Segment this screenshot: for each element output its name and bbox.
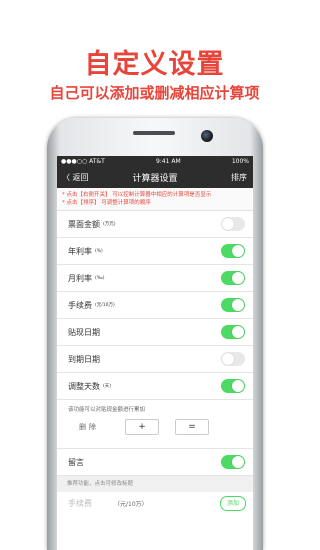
notice-panel: * 点击【右侧开关】 可以控制计算器中相应的计算项是否显示 * 点击【排序】 可… — [57, 188, 253, 211]
setting-row-due-date: 到期日期 — [57, 346, 253, 373]
setting-row-monthly-rate: 月利率 (‰) — [57, 265, 253, 292]
due-date-toggle[interactable] — [221, 352, 245, 366]
delete-button[interactable]: 删除 — [79, 422, 99, 432]
front-camera-icon — [201, 130, 213, 142]
setting-row-adjust-days: 调整天数 (天) — [57, 373, 253, 400]
battery-label: 100% — [231, 158, 249, 165]
setting-row-annual-rate: 年利率 (%) — [57, 238, 253, 265]
setting-label: 留言 — [68, 457, 84, 467]
accumulate-note: 该功能可以对贴现金额进行累加 — [68, 407, 146, 413]
setting-unit: (%) — [95, 248, 103, 254]
plus-button[interactable]: + — [125, 419, 159, 435]
setting-unit: (万元) — [103, 222, 116, 227]
monthly-rate-toggle[interactable] — [221, 271, 245, 285]
speaker-grille — [133, 131, 175, 135]
phone-screen: ●●●○○ AT&T 9:41 AM 100% 〈 返回 计算器设置 排序 * … — [57, 156, 253, 550]
fee-toggle[interactable] — [221, 298, 245, 312]
carrier-label: ●●●○○ AT&T — [61, 158, 105, 165]
notice-line-1: * 点击【右侧开关】 可以控制计算器中相应的计算项是否显示 — [62, 192, 212, 198]
adjust-days-toggle[interactable] — [221, 379, 245, 393]
nav-bar: 〈 返回 计算器设置 排序 — [57, 167, 253, 188]
setting-label: 调整天数 — [68, 381, 100, 391]
setting-label: 贴现日期 — [68, 327, 100, 337]
sort-button[interactable]: 排序 — [231, 172, 247, 183]
setting-row-face-amount: 票面金额 (万元) — [57, 211, 253, 238]
add-button[interactable]: 添加 — [220, 496, 246, 511]
notice-line-2: * 点击【排序】 可调整计算项的顺序 — [62, 200, 151, 206]
promo-subtitle: 自己可以添加或删减相应计算项 — [49, 84, 260, 102]
recommended-item-label[interactable]: 手续费 — [68, 498, 92, 509]
setting-label: 票面金额 — [68, 219, 100, 229]
status-time: 9:41 AM — [155, 158, 181, 165]
setting-label: 月利率 — [68, 273, 92, 283]
setting-row-fee: 手续费 (元/10万) — [57, 292, 253, 319]
message-toggle[interactable] — [221, 455, 245, 469]
promo-title: 自定义设置 — [84, 49, 225, 80]
setting-label: 手续费 — [68, 300, 92, 310]
equals-button[interactable]: = — [175, 419, 209, 435]
setting-row-discount-date: 贴现日期 — [57, 319, 253, 346]
phone-frame: ●●●○○ AT&T 9:41 AM 100% 〈 返回 计算器设置 排序 * … — [47, 118, 263, 550]
setting-unit: (元/10万) — [95, 303, 115, 308]
setting-unit: (天) — [103, 384, 112, 389]
accumulate-panel: 该功能可以对贴现金额进行累加 删除 + = — [57, 400, 253, 449]
setting-label: 年利率 — [68, 246, 92, 256]
recommended-item-unit: （元/10万） — [114, 500, 148, 508]
setting-unit: (‰) — [95, 275, 105, 281]
recommended-item-row: 手续费 （元/10万） 添加 — [57, 492, 253, 514]
page-title: 计算器设置 — [132, 174, 178, 184]
annual-rate-toggle[interactable] — [221, 244, 245, 258]
status-bar: ●●●○○ AT&T 9:41 AM 100% — [57, 156, 253, 167]
recommend-hint: 推荐功能，点击可修改标题 — [57, 476, 253, 492]
face-amount-toggle[interactable] — [221, 217, 245, 231]
setting-row-message: 留言 — [57, 449, 253, 476]
setting-label: 到期日期 — [68, 354, 100, 364]
discount-date-toggle[interactable] — [221, 325, 245, 339]
